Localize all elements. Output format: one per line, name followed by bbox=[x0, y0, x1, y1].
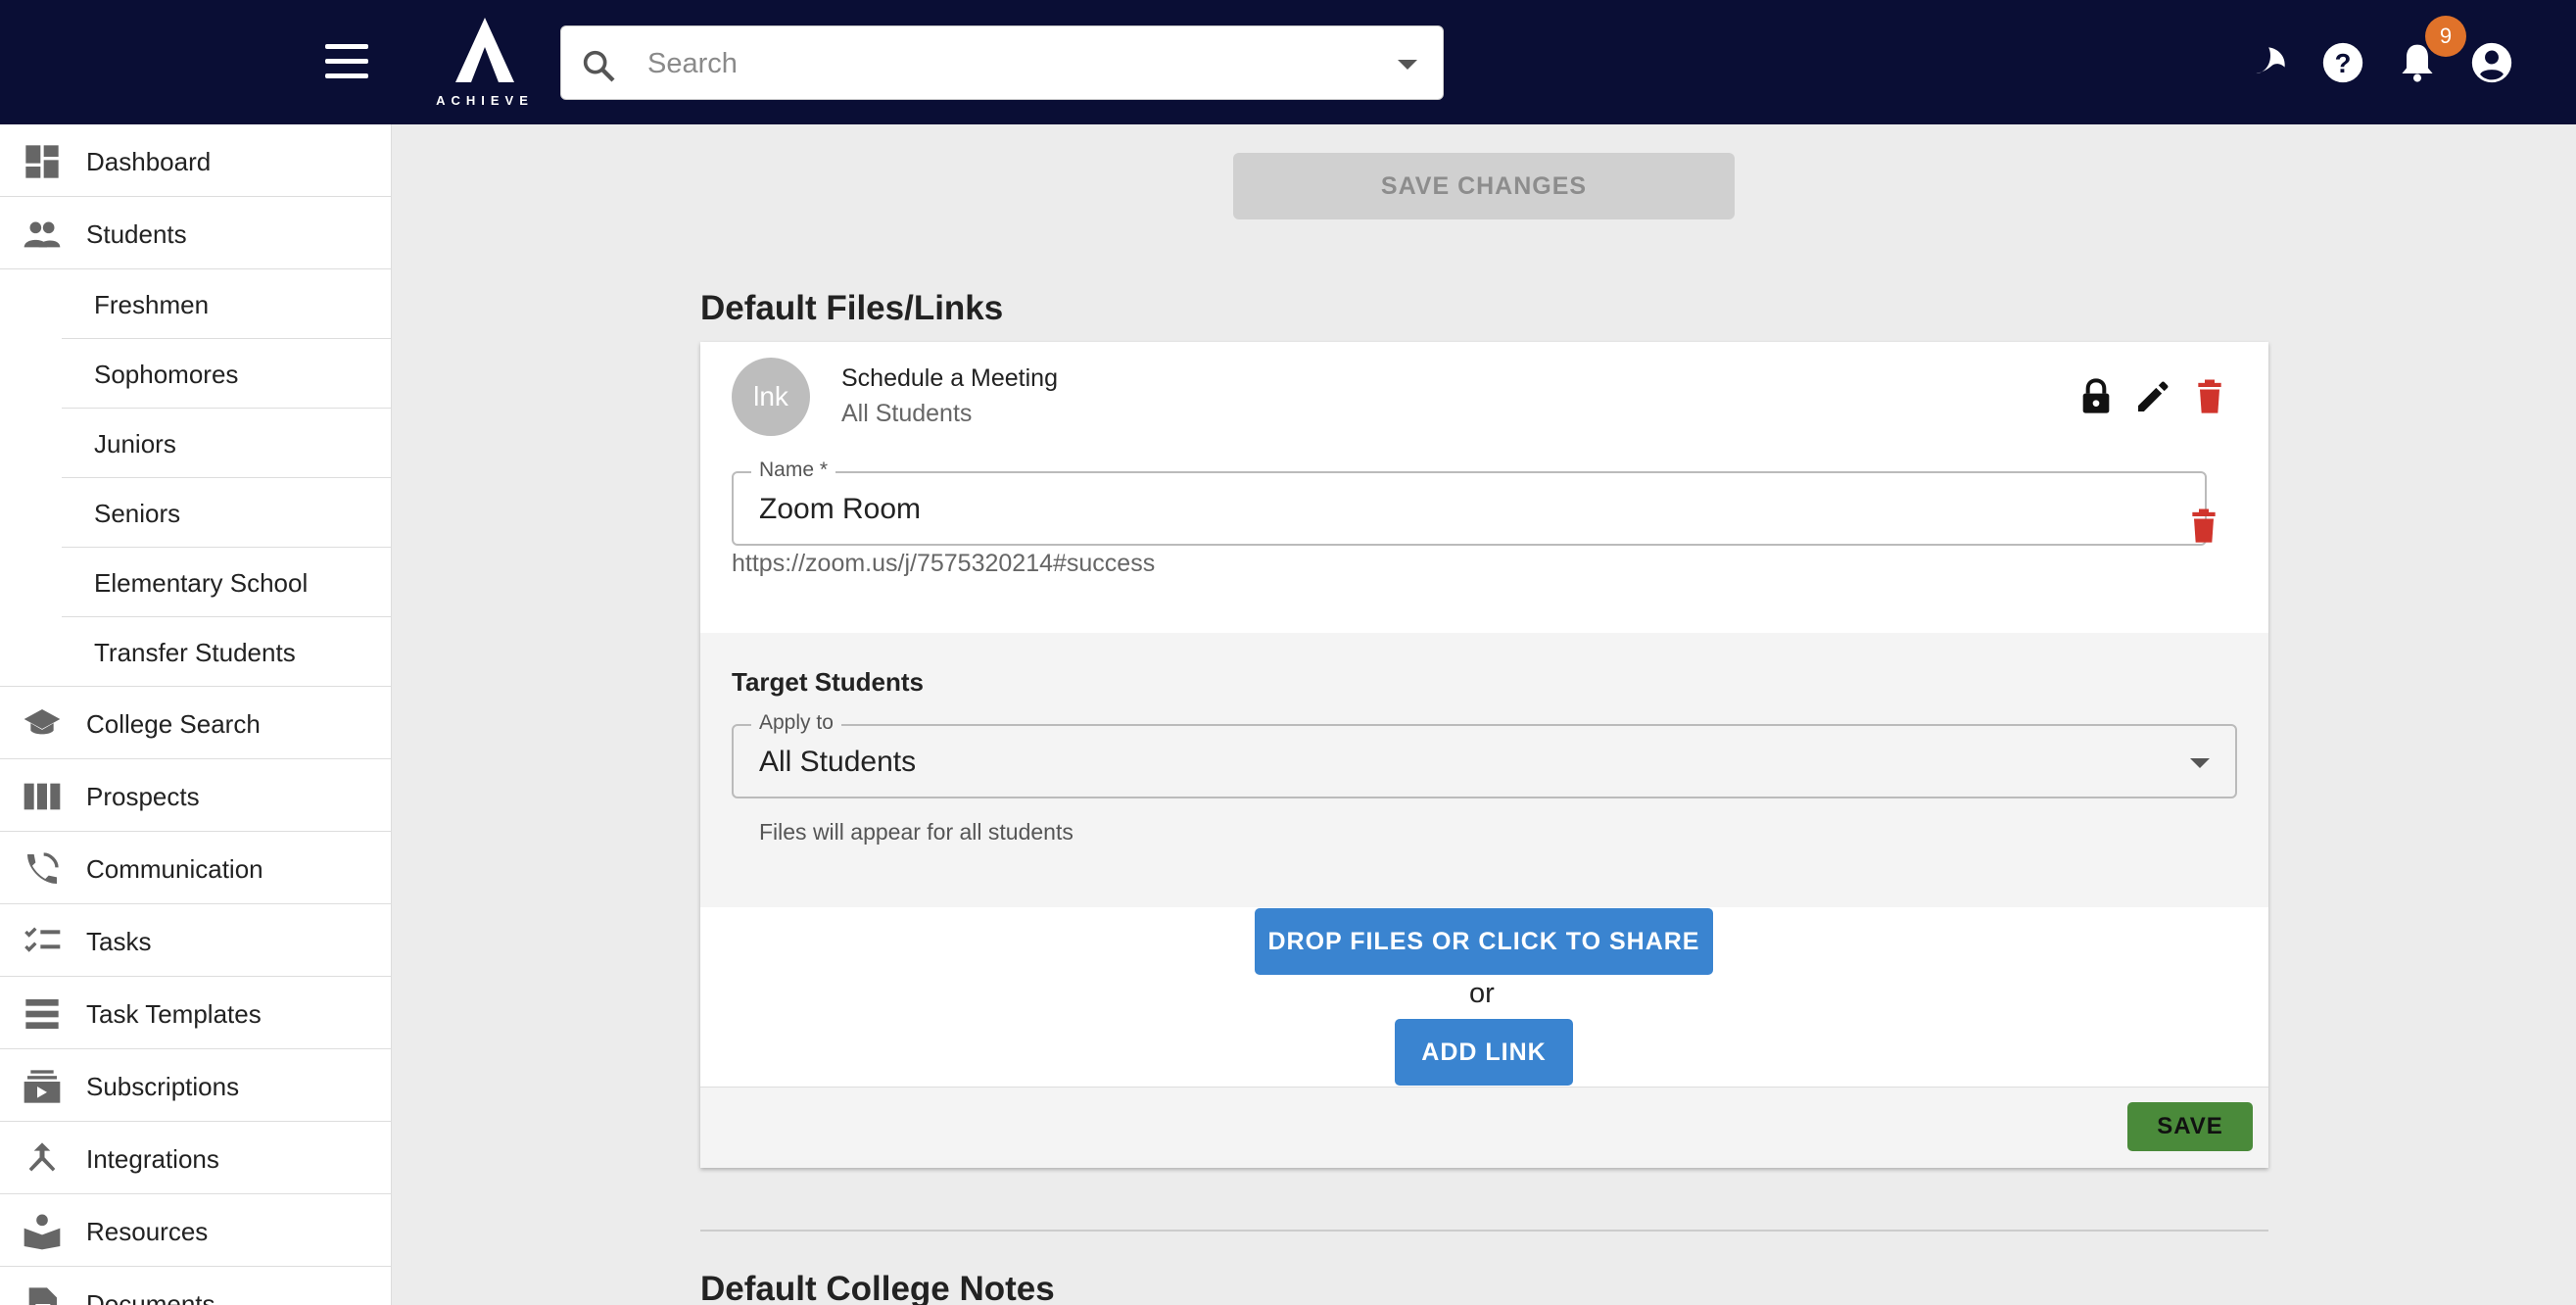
communication-icon bbox=[27, 852, 59, 884]
default-file-card: lnk Schedule a Meeting All Students Name… bbox=[700, 342, 2268, 1168]
sidebar-item-subscriptions[interactable]: Subscriptions bbox=[0, 1049, 391, 1122]
avatar: lnk bbox=[732, 358, 810, 436]
sidebar-item-label: College Search bbox=[86, 709, 261, 739]
subscriptions-icon bbox=[24, 1070, 61, 1103]
sidebar-item-integrations[interactable]: Integrations bbox=[0, 1122, 391, 1194]
logo-text: ACHIEVE bbox=[436, 93, 534, 108]
drop-files-button[interactable]: DROP FILES OR CLICK TO SHARE bbox=[1255, 908, 1713, 975]
default-files-title: Default Files/Links bbox=[700, 289, 1004, 327]
apply-to-helper-text: Files will appear for all students bbox=[759, 819, 1073, 845]
sidebar-subitem-label: Elementary School bbox=[94, 568, 309, 598]
add-link-button[interactable]: ADD LINK bbox=[1395, 1019, 1573, 1086]
sidebar-subitem-elementary-school[interactable]: Elementary School bbox=[62, 548, 391, 617]
dark-mode-icon[interactable] bbox=[2249, 41, 2292, 84]
sidebar-subitem-label: Seniors bbox=[94, 499, 181, 528]
apply-to-label: Apply to bbox=[751, 711, 841, 735]
sidebar-item-label: Task Templates bbox=[86, 999, 262, 1029]
svg-text:?: ? bbox=[2335, 48, 2352, 78]
columns-icon bbox=[24, 783, 61, 810]
chevron-down-icon bbox=[2190, 758, 2210, 768]
card-footer: SAVE bbox=[700, 1087, 2268, 1168]
sidebar-item-label: Students bbox=[86, 219, 187, 249]
card-title: Schedule a Meeting bbox=[841, 364, 1058, 392]
sidebar-subitem-sophomores[interactable]: Sophomores bbox=[62, 339, 391, 409]
link-url: https://zoom.us/j/7575320214#success bbox=[732, 550, 1156, 577]
default-college-notes-title: Default College Notes bbox=[700, 1270, 1055, 1305]
sidebar-item-documents[interactable]: Documents bbox=[0, 1267, 391, 1305]
sidebar-item-label: Prospects bbox=[86, 782, 200, 811]
delete-icon[interactable] bbox=[2190, 377, 2229, 416]
section-divider bbox=[700, 1230, 2268, 1232]
name-field[interactable]: Name * Zoom Room bbox=[732, 459, 2207, 546]
dashboard-icon bbox=[25, 145, 59, 178]
search-input[interactable]: Search bbox=[560, 25, 1444, 100]
target-students-title: Target Students bbox=[732, 667, 924, 697]
help-icon[interactable]: ? bbox=[2321, 41, 2364, 84]
sidebar-item-communication[interactable]: Communication bbox=[0, 832, 391, 904]
sidebar-subitem-juniors[interactable]: Juniors bbox=[62, 409, 391, 478]
sidebar-item-label: Resources bbox=[86, 1217, 209, 1246]
sidebar-item-college-search[interactable]: College Search bbox=[0, 687, 391, 759]
sidebar-item-label: Communication bbox=[86, 854, 263, 884]
edit-icon[interactable] bbox=[2133, 377, 2172, 416]
sidebar-subitem-label: Freshmen bbox=[94, 290, 210, 319]
list-icon bbox=[25, 999, 59, 1029]
sidebar-item-tasks[interactable]: Tasks bbox=[0, 904, 391, 977]
search-placeholder: Search bbox=[647, 48, 738, 79]
or-separator: or bbox=[1469, 978, 1495, 1009]
merge-icon bbox=[28, 1142, 56, 1172]
sidebar-item-prospects[interactable]: Prospects bbox=[0, 759, 391, 832]
sidebar-subitem-label: Transfer Students bbox=[94, 638, 296, 667]
sidebar-item-resources[interactable]: Resources bbox=[0, 1194, 391, 1267]
checklist-icon bbox=[24, 927, 61, 952]
graduation-cap-icon bbox=[24, 709, 61, 735]
logo[interactable]: ACHIEVE bbox=[436, 18, 534, 108]
sidebar-subitem-label: Sophomores bbox=[94, 360, 239, 389]
sidebar-subitem-seniors[interactable]: Seniors bbox=[62, 478, 391, 548]
apply-to-select[interactable]: Apply to All Students bbox=[732, 711, 2237, 798]
search-icon bbox=[583, 50, 615, 82]
sidebar-item-label: Subscriptions bbox=[86, 1072, 240, 1101]
chevron-down-icon[interactable] bbox=[1398, 60, 1417, 70]
book-icon bbox=[24, 1214, 61, 1250]
target-students-section: Target Students Apply to All Students Fi… bbox=[700, 633, 2268, 907]
account-icon[interactable] bbox=[2470, 41, 2513, 84]
lock-icon[interactable] bbox=[2076, 377, 2116, 416]
notification-badge: 9 bbox=[2425, 16, 2466, 57]
save-button[interactable]: SAVE bbox=[2127, 1102, 2253, 1151]
sidebar-item-students[interactable]: Students bbox=[0, 197, 391, 269]
delete-link-icon[interactable] bbox=[2184, 507, 2223, 546]
sidebar-item-label: Dashboard bbox=[86, 147, 212, 176]
sidebar-item-task-templates[interactable]: Task Templates bbox=[0, 977, 391, 1049]
sidebar-item-label: Tasks bbox=[86, 927, 152, 956]
top-app-bar: ACHIEVE Search ? 9 bbox=[0, 0, 2576, 124]
save-changes-button[interactable]: SAVE CHANGES bbox=[1233, 153, 1735, 219]
sidebar: Dashboard Students Freshmen Sophomores J… bbox=[0, 124, 392, 1305]
logo-mark-icon bbox=[455, 18, 514, 82]
name-field-label: Name * bbox=[751, 459, 836, 482]
sidebar-item-dashboard[interactable]: Dashboard bbox=[0, 124, 391, 197]
menu-icon[interactable] bbox=[325, 44, 368, 81]
sidebar-item-label: Documents bbox=[86, 1289, 215, 1305]
sidebar-subitem-freshmen[interactable]: Freshmen bbox=[62, 269, 391, 339]
name-field-value: Zoom Room bbox=[759, 493, 922, 525]
document-icon bbox=[28, 1287, 57, 1305]
apply-to-value: All Students bbox=[759, 746, 917, 778]
students-icon bbox=[24, 221, 61, 248]
sidebar-item-label: Integrations bbox=[86, 1144, 219, 1174]
sidebar-subitem-transfer-students[interactable]: Transfer Students bbox=[0, 617, 391, 687]
sidebar-subitem-label: Juniors bbox=[94, 429, 176, 459]
card-subtitle: All Students bbox=[841, 400, 973, 427]
